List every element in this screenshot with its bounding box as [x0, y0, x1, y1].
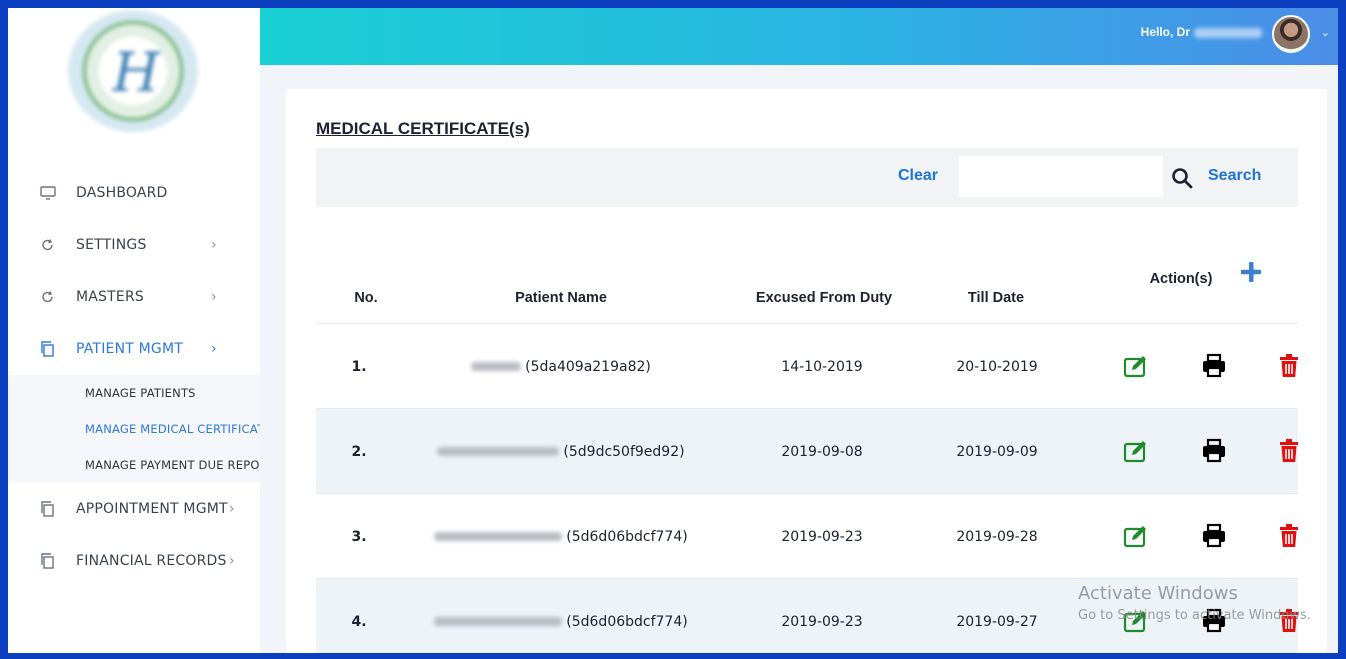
column-header-till-date: Till Date	[967, 290, 1025, 306]
patient-id: (5da409a219a82)	[525, 358, 651, 375]
delete-icon[interactable]	[1275, 437, 1303, 465]
delete-icon[interactable]	[1275, 352, 1303, 380]
sidebar-item-label: DASHBOARD	[76, 185, 168, 201]
content-card: MEDICAL CERTIFICATE(s) Clear Search No. …	[286, 89, 1327, 653]
edit-icon[interactable]	[1122, 437, 1150, 465]
edit-icon[interactable]	[1122, 352, 1150, 380]
excused-from-date: 2019-09-08	[781, 443, 863, 460]
row-number: 4.	[351, 613, 367, 630]
row-number: 2.	[351, 443, 367, 460]
excused-from-date: 2019-09-23	[781, 613, 863, 630]
sidebar-item-label: SETTINGS	[76, 237, 147, 253]
patient-name-cell: (5d9dc50f9ed92)	[416, 409, 706, 494]
clinic-logo: H	[68, 10, 198, 132]
monitor-icon	[40, 186, 56, 200]
copy-icon	[41, 341, 54, 357]
top-header: Hello, Dr ⌄	[260, 8, 1338, 65]
sidebar-item-dashboard[interactable]: DASHBOARD	[8, 173, 260, 213]
row-number: 1.	[351, 358, 367, 375]
print-icon[interactable]	[1200, 607, 1228, 635]
redacted-patient-name	[471, 362, 522, 371]
chevron-down-icon[interactable]: ⌄	[1321, 26, 1330, 39]
patient-name-cell: (5da409a219a82)	[436, 324, 686, 409]
patient-id: (5d6d06bdcf774)	[566, 613, 688, 630]
redacted-patient-name	[434, 532, 563, 541]
sidebar-item-financial-records[interactable]: FINANCIAL RECORDS ›	[8, 541, 260, 581]
delete-icon[interactable]	[1275, 607, 1303, 635]
column-header-patient-name: Patient Name	[515, 290, 607, 306]
sidebar-item-label: PATIENT MGMT	[76, 341, 183, 357]
till-date: 20-10-2019	[956, 358, 1038, 375]
sidebar-item-label: APPOINTMENT MGMT	[76, 501, 228, 517]
submenu-item-manage-payment-due-report[interactable]: MANAGE PAYMENT DUE REPORT	[85, 458, 260, 472]
chevron-right-icon: ›	[229, 501, 235, 517]
sidebar-item-settings[interactable]: SETTINGS ›	[8, 225, 260, 265]
print-icon[interactable]	[1200, 522, 1228, 550]
redacted-patient-name	[437, 447, 560, 456]
sidebar-item-appointment-mgmt[interactable]: APPOINTMENT MGMT ›	[8, 489, 260, 529]
greeting-text: Hello, Dr	[1140, 25, 1190, 39]
till-date: 2019-09-09	[956, 443, 1038, 460]
search-bar: Clear Search	[316, 148, 1298, 207]
patient-name-cell: (5d6d06bdcf774)	[416, 579, 706, 653]
table-row: 1. (5da409a219a82) 14-10-2019 20-10-2019	[316, 323, 1298, 408]
logo-monogram: H	[112, 41, 160, 104]
patient-id: (5d9dc50f9ed92)	[563, 443, 685, 460]
print-icon[interactable]	[1200, 352, 1228, 380]
sidebar-item-patient-mgmt[interactable]: PATIENT MGMT ›	[8, 329, 260, 369]
table-row: 2. (5d9dc50f9ed92) 2019-09-08 2019-09-09	[316, 408, 1298, 493]
submenu-item-manage-medical-certificate[interactable]: MANAGE MEDICAL CERTIFICATE	[85, 422, 260, 436]
user-greeting[interactable]: Hello, Dr	[1141, 25, 1262, 39]
print-icon[interactable]	[1200, 437, 1228, 465]
delete-icon[interactable]	[1275, 522, 1303, 550]
table-row: 4. (5d6d06bdcf774) 2019-09-23 2019-09-27	[316, 578, 1298, 653]
refresh-icon	[42, 239, 53, 251]
till-date: 2019-09-28	[956, 528, 1038, 545]
search-input[interactable]	[959, 156, 1163, 197]
user-avatar[interactable]	[1272, 15, 1310, 53]
column-header-no: No.	[354, 290, 378, 306]
edit-icon[interactable]	[1122, 607, 1150, 635]
page-title: MEDICAL CERTIFICATE(s)	[316, 119, 530, 138]
chevron-right-icon: ›	[211, 289, 217, 305]
row-number: 3.	[351, 528, 367, 545]
patient-name-cell: (5d6d06bdcf774)	[416, 494, 706, 579]
column-header-excused-from-duty: Excused From Duty	[755, 290, 893, 306]
column-header-actions: Action(s)	[1149, 271, 1213, 287]
chevron-right-icon: ›	[211, 341, 217, 357]
search-button[interactable]: Search	[1208, 167, 1261, 185]
add-icon[interactable]	[1239, 260, 1263, 284]
copy-icon	[41, 553, 54, 569]
redacted-username	[1194, 27, 1262, 38]
edit-icon[interactable]	[1122, 522, 1150, 550]
till-date: 2019-09-27	[956, 613, 1038, 630]
sidebar-item-label: FINANCIAL RECORDS	[76, 553, 227, 569]
excused-from-date: 2019-09-23	[781, 528, 863, 545]
search-icon[interactable]	[1170, 166, 1194, 190]
patient-id: (5d6d06bdcf774)	[566, 528, 688, 545]
submenu-item-manage-patients[interactable]: MANAGE PATIENTS	[85, 386, 260, 400]
app-window: H DASHBOARD SETTINGS › MASTERS › PATIENT…	[8, 8, 1338, 653]
sidebar-item-masters[interactable]: MASTERS ›	[8, 277, 260, 317]
sidebar: H DASHBOARD SETTINGS › MASTERS › PATIENT…	[8, 8, 260, 653]
clear-button[interactable]: Clear	[898, 167, 938, 185]
redacted-patient-name	[434, 617, 563, 626]
sidebar-item-label: MASTERS	[76, 289, 144, 305]
table-row: 3. (5d6d06bdcf774) 2019-09-23 2019-09-28	[316, 493, 1298, 578]
refresh-icon	[42, 291, 53, 303]
excused-from-date: 14-10-2019	[781, 358, 863, 375]
copy-icon	[41, 501, 54, 517]
patient-mgmt-submenu: MANAGE PATIENTS MANAGE MEDICAL CERTIFICA…	[8, 375, 260, 483]
chevron-right-icon: ›	[229, 553, 235, 569]
chevron-right-icon: ›	[211, 237, 217, 253]
